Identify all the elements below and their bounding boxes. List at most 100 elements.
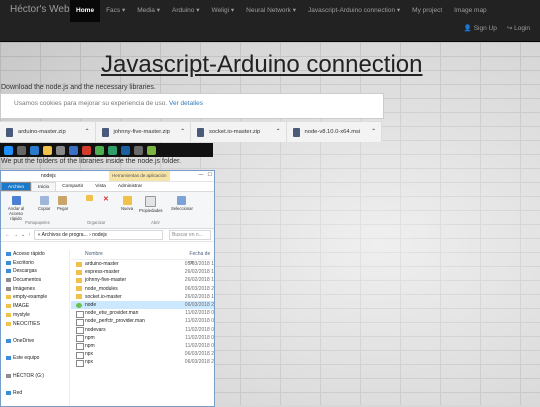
nav-pane-item[interactable]: Red bbox=[1, 389, 69, 398]
ribbon-tab[interactable]: Compartir bbox=[56, 182, 89, 191]
nav-item[interactable]: Javascript-Arduino connection ▾ bbox=[302, 0, 406, 22]
signup-link[interactable]: 👤 Sign Up bbox=[464, 24, 497, 32]
chevron-up-icon[interactable]: ⌃ bbox=[276, 129, 281, 135]
store-icon[interactable] bbox=[56, 145, 65, 155]
download-item[interactable]: node-v8.10.0-x64.msi ⌃ bbox=[287, 122, 382, 142]
back-icon[interactable]: ← bbox=[5, 232, 10, 238]
nav-pane-item[interactable]: OneDrive bbox=[1, 337, 69, 346]
nav-pane-item[interactable]: Acceso rápido bbox=[1, 250, 69, 259]
new-folder-button[interactable]: Nueva bbox=[121, 196, 133, 211]
column-name[interactable]: Nombre bbox=[71, 250, 189, 259]
chevron-up-icon[interactable]: ⌃ bbox=[371, 129, 376, 135]
select-button[interactable]: Seleccionar bbox=[171, 196, 193, 211]
node-app-icon bbox=[76, 302, 82, 308]
nav-pane-label: Documentos bbox=[13, 277, 42, 284]
download-filename: socket.io-master.zip bbox=[209, 129, 261, 135]
file-row[interactable]: arduino-master 05/03/2018 1 bbox=[71, 260, 214, 268]
chevron-up-icon[interactable]: ⌃ bbox=[85, 129, 90, 135]
nav-pane-item[interactable]: empty-example bbox=[1, 293, 69, 302]
nav-pane-item[interactable]: Descargas bbox=[1, 267, 69, 276]
ribbon: Anclar al Acceso rápido Copiar Pegar ✕ N… bbox=[1, 192, 214, 229]
ribbon-tab[interactable]: Archivo bbox=[1, 182, 31, 191]
column-date[interactable]: Fecha de m bbox=[189, 250, 214, 266]
path-segment[interactable]: Archivos de progra... bbox=[42, 232, 88, 238]
nav-item[interactable]: My project bbox=[406, 0, 448, 22]
cookie-details-link[interactable]: Ver detalles bbox=[169, 100, 203, 107]
ribbon-tab[interactable]: Vista bbox=[89, 182, 112, 191]
file-row[interactable]: node_perfctr_provider.man 11/02/2018 0 bbox=[71, 317, 214, 326]
nav-pane-item[interactable]: HÉCTOR (G:) bbox=[1, 372, 69, 381]
copy-label: Copiar bbox=[38, 206, 51, 211]
file-row[interactable]: npm 11/02/2018 0 bbox=[71, 334, 214, 343]
nav-item[interactable]: Facs ▾ bbox=[100, 0, 131, 22]
nav-item[interactable]: Home bbox=[70, 0, 101, 22]
edge-icon[interactable] bbox=[30, 145, 39, 155]
zip-file-icon bbox=[6, 127, 13, 137]
nav-item[interactable]: Weligi ▾ bbox=[205, 0, 240, 22]
tool-heading: Herramientas de aplicación bbox=[109, 171, 170, 181]
file-icon bbox=[76, 359, 84, 367]
nav-item[interactable]: Arduino ▾ bbox=[166, 0, 205, 22]
nav-pane-item[interactable]: Documentos bbox=[1, 276, 69, 285]
search-input[interactable]: Buscar en n... bbox=[169, 230, 211, 240]
properties-label: Propiedades bbox=[139, 208, 163, 213]
download-item[interactable]: johnny-five-master.zip ⌃ bbox=[96, 122, 191, 142]
file-name: node bbox=[85, 302, 97, 309]
download-item[interactable]: socket.io-master.zip ⌃ bbox=[191, 122, 287, 142]
file-row[interactable]: johnny-five-master 26/02/2018 1 bbox=[71, 276, 214, 284]
file-row[interactable]: npx 06/03/2018 2 bbox=[71, 358, 214, 367]
windows-icon[interactable] bbox=[4, 145, 13, 155]
nav-pane-item[interactable]: NEOCITIES bbox=[1, 320, 69, 329]
app-icon[interactable] bbox=[147, 145, 156, 155]
nav-pane-item[interactable]: Imágenes bbox=[1, 285, 69, 294]
windows-taskbar bbox=[0, 143, 213, 157]
path-segment[interactable]: nodejs bbox=[92, 232, 107, 238]
copy-button[interactable]: Copiar bbox=[38, 196, 50, 211]
chrome-icon[interactable] bbox=[95, 145, 104, 155]
task-view-icon[interactable] bbox=[17, 145, 26, 155]
ribbon-tab[interactable]: Administrar bbox=[112, 182, 148, 191]
delete-button[interactable]: ✕ bbox=[103, 195, 109, 203]
app-icon[interactable] bbox=[134, 145, 143, 155]
file-explorer-icon[interactable] bbox=[43, 145, 52, 155]
nav-item[interactable]: Image map bbox=[448, 0, 493, 22]
paste-button[interactable]: Pegar bbox=[57, 196, 68, 211]
file-name: johnny-five-master bbox=[85, 277, 127, 284]
navigation-pane: Acceso rápido Escritorio Descargas Document… bbox=[1, 250, 70, 406]
nav-pane-item[interactable]: Este equipo bbox=[1, 354, 69, 363]
path-box[interactable]: « Archivos de progra... › nodejs bbox=[33, 230, 163, 240]
minimize-icon[interactable]: — bbox=[199, 172, 204, 178]
chevron-down-icon[interactable]: ⌄ bbox=[21, 232, 25, 238]
maximize-icon[interactable]: ☐ bbox=[208, 172, 212, 178]
file-row[interactable]: express-master 26/02/2018 1 bbox=[71, 268, 214, 276]
nav-pane-item[interactable]: Escritorio bbox=[1, 259, 69, 268]
file-row[interactable]: node_modules 06/03/2018 2 bbox=[71, 285, 214, 293]
file-row[interactable]: node_etw_provider.man 11/02/2018 0 bbox=[71, 309, 214, 318]
login-link[interactable]: ↪ Login bbox=[507, 24, 530, 32]
opera-icon[interactable] bbox=[82, 145, 91, 155]
nav-item[interactable]: Neural Network ▾ bbox=[240, 0, 302, 22]
app-icon[interactable] bbox=[121, 145, 130, 155]
nav-item[interactable]: Media ▾ bbox=[131, 0, 166, 22]
forward-icon[interactable]: → bbox=[13, 232, 18, 238]
select-icon bbox=[177, 196, 187, 205]
file-name: arduino-master bbox=[85, 261, 119, 268]
properties-button[interactable]: Propiedades bbox=[139, 196, 163, 213]
file-row[interactable]: nodevars 11/02/2018 0 bbox=[71, 326, 214, 335]
file-row[interactable]: npm 11/02/2018 0 bbox=[71, 342, 214, 351]
after-text: We put the folders of the libraries insi… bbox=[1, 158, 182, 165]
download-item[interactable]: arduino-master.zip ⌃ bbox=[0, 122, 96, 142]
up-icon[interactable]: ↑ bbox=[28, 232, 31, 238]
move-button[interactable] bbox=[86, 195, 93, 202]
pin-button[interactable]: Anclar al Acceso rápido bbox=[6, 196, 26, 221]
ribbon-tab[interactable]: Inicio bbox=[31, 182, 57, 191]
file-row[interactable]: socket.io-master 26/02/2018 1 bbox=[71, 293, 214, 301]
file-row[interactable]: node 06/03/2018 2 bbox=[71, 300, 214, 310]
nav-pane-item[interactable]: IMAGE bbox=[1, 302, 69, 311]
app-icon[interactable] bbox=[108, 145, 117, 155]
mail-icon[interactable] bbox=[69, 145, 78, 155]
chevron-up-icon[interactable]: ⌃ bbox=[180, 129, 185, 135]
file-row[interactable]: npx 06/03/2018 2 bbox=[71, 350, 214, 359]
nav-pane-item[interactable]: mystyle bbox=[1, 311, 69, 320]
address-bar: ← → ⌄ ↑ « Archivos de progra... › nodejs… bbox=[1, 229, 214, 242]
